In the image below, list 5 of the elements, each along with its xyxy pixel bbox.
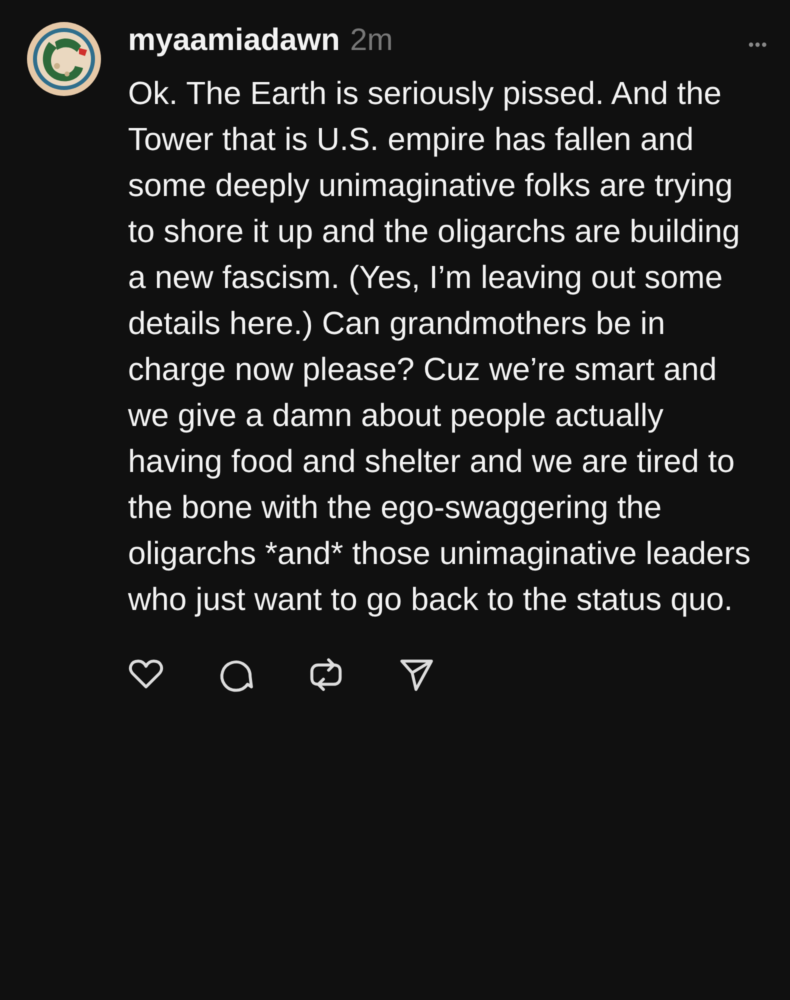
more-options-button[interactable]: ••• — [748, 37, 768, 55]
repost-icon[interactable] — [308, 656, 344, 692]
post-time: 2m — [350, 22, 394, 58]
post-text: Ok. The Earth is seriously pissed. And the Tower that is U.S. empire has fallen and some deeply unimaginative folks are trying to shore it up and the oligarchs are building a new fascism. (Yes, I’m leaving out some details here.) Can grandmothers be in charge now please? Cuz we’re smart and we give a damn about people actually having food and shelter and we are tired to the bone with the ego-swaggering the oligarchs *and* those unimaginative leaders who just want to go back to the status quo. — [128, 74, 752, 619]
username[interactable]: myaamiadawn — [128, 22, 340, 58]
